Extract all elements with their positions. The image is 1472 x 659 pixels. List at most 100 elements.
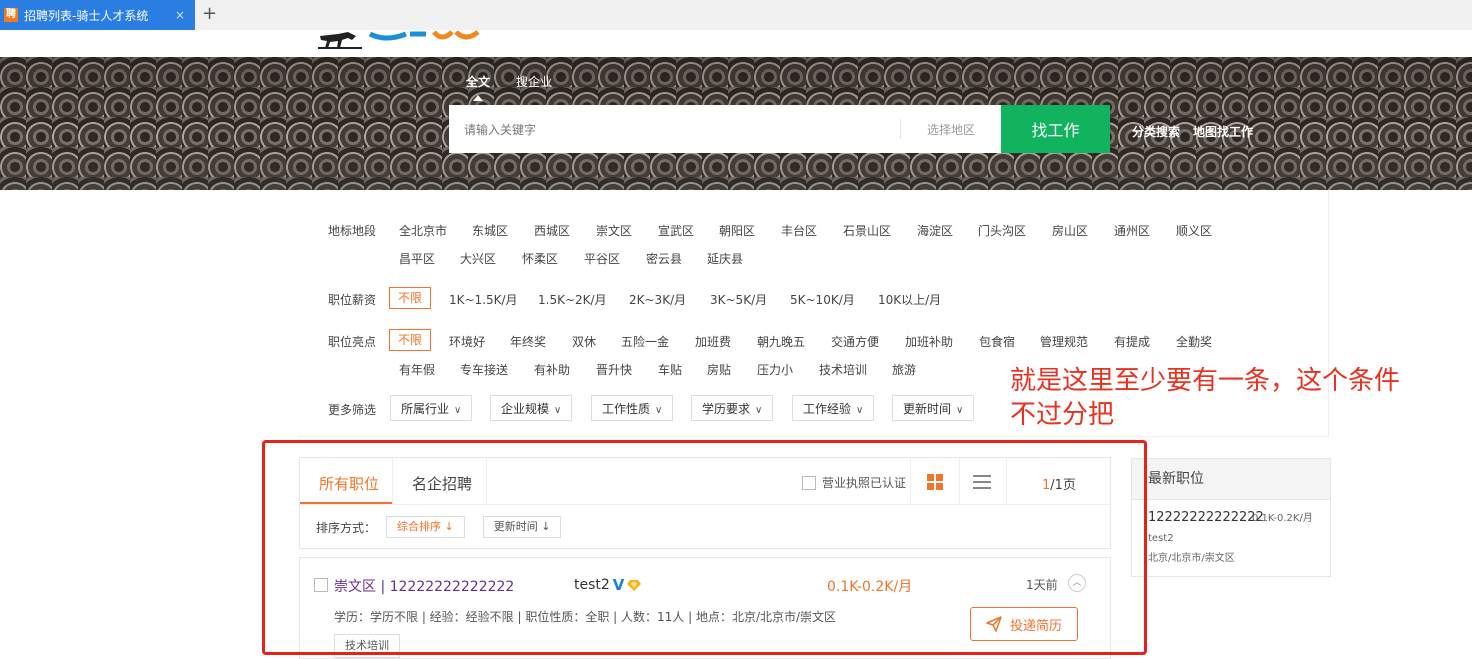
area-option[interactable]: 门头沟区 bbox=[978, 222, 1026, 239]
apply-label: 投递简历 bbox=[1009, 618, 1062, 634]
highlight-option[interactable]: 加班费 bbox=[695, 333, 731, 350]
job-updated-time: 1天前 bbox=[1026, 578, 1058, 592]
latest-job-company[interactable]: test2 bbox=[1148, 533, 1174, 544]
area-option[interactable]: 通州区 bbox=[1114, 222, 1150, 239]
highlight-option[interactable]: 加班补助 bbox=[905, 333, 953, 350]
area-option[interactable]: 昌平区 bbox=[399, 250, 435, 267]
sort-update-time-button[interactable]: 更新时间 ↓ bbox=[482, 516, 562, 538]
area-option[interactable]: 崇文区 bbox=[596, 222, 632, 239]
highlight-option[interactable]: 双休 bbox=[572, 333, 596, 350]
latest-job-salary: 0.1K-0.2K/月 bbox=[1252, 513, 1313, 524]
area-option[interactable]: 丰台区 bbox=[781, 222, 817, 239]
find-job-button[interactable]: 找工作 bbox=[1001, 105, 1110, 153]
more-filter-label: 更多筛选 bbox=[328, 403, 377, 417]
update-time-dropdown[interactable]: 更新时间 ∨ bbox=[892, 395, 975, 421]
company-name-link[interactable]: test2 V bbox=[574, 576, 642, 594]
tab-fulltext[interactable]: 全文 bbox=[466, 73, 490, 101]
tab-search-company[interactable]: 搜企业 bbox=[516, 73, 552, 90]
grid-view-icon[interactable] bbox=[927, 474, 943, 490]
license-verified-filter[interactable]: 营业执照已认证 bbox=[802, 474, 906, 491]
logo-horse-icon[interactable] bbox=[318, 30, 362, 50]
highlight-option[interactable]: 压力小 bbox=[757, 361, 793, 378]
highlight-option[interactable]: 交通方便 bbox=[831, 333, 879, 350]
tab-title: 招聘列表-骑士人才系统 bbox=[24, 8, 149, 23]
highlight-option[interactable]: 有年假 bbox=[399, 361, 435, 378]
area-option[interactable]: 宣武区 bbox=[658, 222, 694, 239]
highlight-option[interactable]: 管理规范 bbox=[1040, 333, 1088, 350]
sort-label: 排序方式： bbox=[316, 520, 377, 535]
sort-comprehensive-button[interactable]: 综合排序 ↓ bbox=[386, 516, 465, 538]
area-option[interactable]: 西城区 bbox=[534, 222, 570, 239]
diamond-badge-icon bbox=[627, 580, 642, 591]
area-option[interactable]: 海淀区 bbox=[917, 222, 953, 239]
highlight-option[interactable]: 晋升快 bbox=[596, 361, 632, 378]
highlight-option[interactable]: 技术培训 bbox=[819, 361, 867, 378]
latest-jobs-panel: 最新职位 12222222222222 0.1K-0.2K/月 test2 北京… bbox=[1131, 458, 1331, 577]
area-option[interactable]: 延庆县 bbox=[707, 250, 743, 267]
collapse-toggle-icon[interactable]: ︿ bbox=[1068, 574, 1086, 592]
list-view-icon[interactable] bbox=[973, 475, 991, 489]
highlight-option[interactable]: 房贴 bbox=[707, 361, 731, 378]
latest-job-title-link[interactable]: 12222222222222 bbox=[1148, 510, 1264, 525]
area-option[interactable]: 房山区 bbox=[1052, 222, 1088, 239]
divider bbox=[900, 119, 901, 139]
keyword-search-input[interactable] bbox=[449, 105, 916, 155]
chevron-down-icon: ∨ bbox=[956, 405, 964, 416]
apply-resume-button[interactable]: 投递简历 bbox=[970, 607, 1078, 641]
salary-option[interactable]: 1K~1.5K/月 bbox=[449, 291, 518, 308]
highlight-option[interactable]: 包食宿 bbox=[979, 333, 1015, 350]
job-type-dropdown[interactable]: 工作性质 ∨ bbox=[591, 395, 674, 421]
highlight-option[interactable]: 全勤奖 bbox=[1176, 333, 1212, 350]
area-option[interactable]: 大兴区 bbox=[460, 250, 496, 267]
highlight-option[interactable]: 专车接送 bbox=[460, 361, 508, 378]
salary-option[interactable]: 5K~10K/月 bbox=[790, 291, 855, 308]
logo-wordmark-icon[interactable] bbox=[366, 30, 486, 44]
highlight-option-selected[interactable]: 不限 bbox=[389, 329, 432, 351]
highlight-option[interactable]: 环境好 bbox=[449, 333, 485, 350]
job-card: 崇文区 | 12222222222222 test2 V 0.1K-0.2K/月… bbox=[299, 557, 1111, 659]
latest-job-location: 北京/北京市/崇文区 bbox=[1148, 553, 1235, 564]
region-select[interactable]: 选择地区 bbox=[927, 121, 975, 138]
license-checkbox[interactable] bbox=[802, 475, 816, 490]
active-tab-underline bbox=[300, 502, 392, 504]
area-option[interactable]: 密云县 bbox=[646, 250, 682, 267]
education-dropdown[interactable]: 学历要求 ∨ bbox=[691, 395, 774, 421]
tab-famous-companies[interactable]: 名企招聘 bbox=[412, 473, 472, 494]
dropdown-label: 工作经验 bbox=[803, 402, 852, 416]
highlight-option[interactable]: 有补助 bbox=[534, 361, 570, 378]
area-option[interactable]: 平谷区 bbox=[584, 250, 620, 267]
browser-tab[interactable]: 聘 招聘列表-骑士人才系统 × bbox=[0, 0, 195, 30]
highlight-option[interactable]: 年终奖 bbox=[510, 333, 546, 350]
area-option[interactable]: 朝阳区 bbox=[719, 222, 755, 239]
area-option[interactable]: 东城区 bbox=[472, 222, 508, 239]
highlight-option[interactable]: 有提成 bbox=[1114, 333, 1150, 350]
annotation-text: 就是这里至少要有一条，这个条件 不过分把 bbox=[1010, 364, 1450, 432]
dropdown-label: 企业规模 bbox=[501, 402, 550, 416]
salary-option[interactable]: 1.5K~2K/月 bbox=[538, 291, 607, 308]
highlight-option[interactable]: 五险一金 bbox=[621, 333, 669, 350]
map-search-link[interactable]: 地图找工作 bbox=[1193, 123, 1253, 140]
area-option[interactable]: 全北京市 bbox=[399, 222, 447, 239]
salary-option[interactable]: 2K~3K/月 bbox=[629, 291, 686, 308]
latest-jobs-heading: 最新职位 bbox=[1132, 459, 1330, 500]
tab-all-jobs[interactable]: 所有职位 bbox=[319, 473, 379, 494]
job-select-checkbox[interactable] bbox=[314, 578, 328, 592]
salary-option[interactable]: 10K以上/月 bbox=[878, 291, 941, 308]
area-option[interactable]: 顺义区 bbox=[1176, 222, 1212, 239]
close-tab-icon[interactable]: × bbox=[175, 8, 185, 22]
area-option[interactable]: 石景山区 bbox=[843, 222, 891, 239]
chevron-down-icon: ∨ bbox=[755, 405, 763, 416]
company-size-dropdown[interactable]: 企业规模 ∨ bbox=[490, 395, 573, 421]
dropdown-label: 工作性质 bbox=[602, 402, 651, 416]
new-tab-button[interactable]: + bbox=[202, 3, 217, 25]
highlight-option[interactable]: 旅游 bbox=[892, 361, 916, 378]
highlight-option[interactable]: 朝九晚五 bbox=[757, 333, 805, 350]
area-option[interactable]: 怀柔区 bbox=[522, 250, 558, 267]
industry-dropdown[interactable]: 所属行业 ∨ bbox=[390, 395, 473, 421]
salary-option[interactable]: 3K~5K/月 bbox=[710, 291, 767, 308]
category-search-link[interactable]: 分类搜索 bbox=[1132, 123, 1180, 140]
experience-dropdown[interactable]: 工作经验 ∨ bbox=[792, 395, 875, 421]
job-title-link[interactable]: 崇文区 | 12222222222222 bbox=[334, 576, 514, 596]
salary-option-selected[interactable]: 不限 bbox=[389, 287, 432, 309]
highlight-option[interactable]: 车贴 bbox=[658, 361, 682, 378]
